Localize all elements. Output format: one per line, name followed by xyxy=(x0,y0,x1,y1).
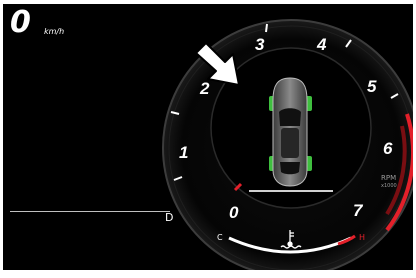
car-rear-window-icon xyxy=(280,162,300,175)
tach-label-3: 3 xyxy=(255,35,265,54)
tach-label-4: 4 xyxy=(316,35,327,54)
coolant-cold-label: C xyxy=(217,233,223,242)
rpm-unit-label: RPM xyxy=(381,174,396,182)
car-roof-icon xyxy=(281,128,299,158)
tach-label-1: 1 xyxy=(179,143,188,162)
tach-label-6: 6 xyxy=(383,139,393,158)
tick-mark xyxy=(265,23,268,33)
car-windshield-icon xyxy=(279,108,301,126)
car-top-view-icon xyxy=(269,77,312,187)
tach-label-5: 5 xyxy=(367,77,377,96)
tach-label-0: 0 xyxy=(229,203,239,222)
instrument-cluster-display: 0 km/h D 0 1 2 3 4 5 6 7 RPM x1000 C H xyxy=(3,4,413,270)
tachometer-gauge: 0 1 2 3 4 5 6 7 RPM x1000 C H xyxy=(162,19,413,270)
tach-label-2: 2 xyxy=(199,79,210,98)
rpm-multiplier-label: x1000 xyxy=(381,183,397,189)
tach-label-7: 7 xyxy=(353,201,364,220)
coolant-hot-label: H xyxy=(359,233,365,242)
